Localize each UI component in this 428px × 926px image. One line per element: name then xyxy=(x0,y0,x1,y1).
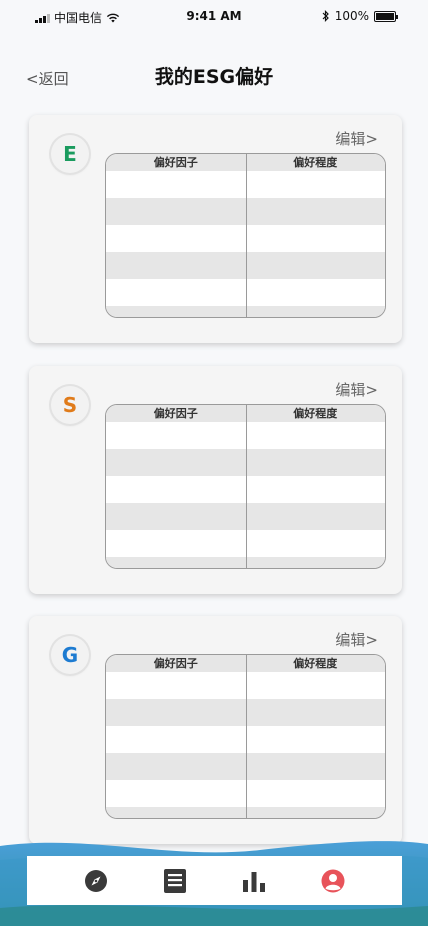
bar-chart-icon xyxy=(242,871,265,892)
column-header-degree: 偏好程度 xyxy=(293,657,338,670)
list-icon xyxy=(164,868,187,893)
tab-bar xyxy=(27,856,402,905)
edit-button[interactable]: 编辑> xyxy=(335,128,378,149)
column-divider xyxy=(246,154,247,317)
user-icon xyxy=(321,869,345,892)
column-header-degree: 偏好程度 xyxy=(293,156,338,169)
column-divider xyxy=(246,405,247,568)
preference-table: 偏好因子 偏好程度 xyxy=(105,153,386,318)
bluetooth-icon xyxy=(322,10,329,22)
esg-card-g: G 编辑> 偏好因子 偏好程度 xyxy=(29,616,402,844)
badge-letter: G xyxy=(61,643,79,667)
esg-card-e: E 编辑> 偏好因子 偏好程度 xyxy=(29,115,402,343)
badge-letter: S xyxy=(62,393,78,417)
battery-icon xyxy=(374,10,398,22)
column-divider xyxy=(246,655,247,818)
column-header-factor: 偏好因子 xyxy=(153,156,198,169)
preference-table: 偏好因子 偏好程度 xyxy=(105,654,386,819)
status-right: 100% xyxy=(322,9,398,23)
tab-profile[interactable] xyxy=(319,867,347,895)
preference-table: 偏好因子 偏好程度 xyxy=(105,404,386,569)
tab-list[interactable] xyxy=(161,867,189,895)
badge-s: S xyxy=(51,386,89,424)
edit-button[interactable]: 编辑> xyxy=(335,629,378,650)
column-header-factor: 偏好因子 xyxy=(153,407,198,420)
compass-icon xyxy=(85,869,108,892)
tab-discover[interactable] xyxy=(82,867,110,895)
tab-stats[interactable] xyxy=(240,867,268,895)
nav-header: <返回 我的ESG偏好 xyxy=(0,56,428,96)
column-header-degree: 偏好程度 xyxy=(293,407,338,420)
esg-card-s: S 编辑> 偏好因子 偏好程度 xyxy=(29,366,402,594)
battery-percent: 100% xyxy=(334,9,369,23)
status-bar: 中国电信 9:41 AM 100% xyxy=(0,0,428,34)
edit-button[interactable]: 编辑> xyxy=(335,379,378,400)
column-header-factor: 偏好因子 xyxy=(153,657,198,670)
page-title: 我的ESG偏好 xyxy=(154,66,274,88)
badge-g: G xyxy=(51,636,89,674)
badge-e: E xyxy=(51,135,89,173)
badge-letter: E xyxy=(63,142,77,166)
